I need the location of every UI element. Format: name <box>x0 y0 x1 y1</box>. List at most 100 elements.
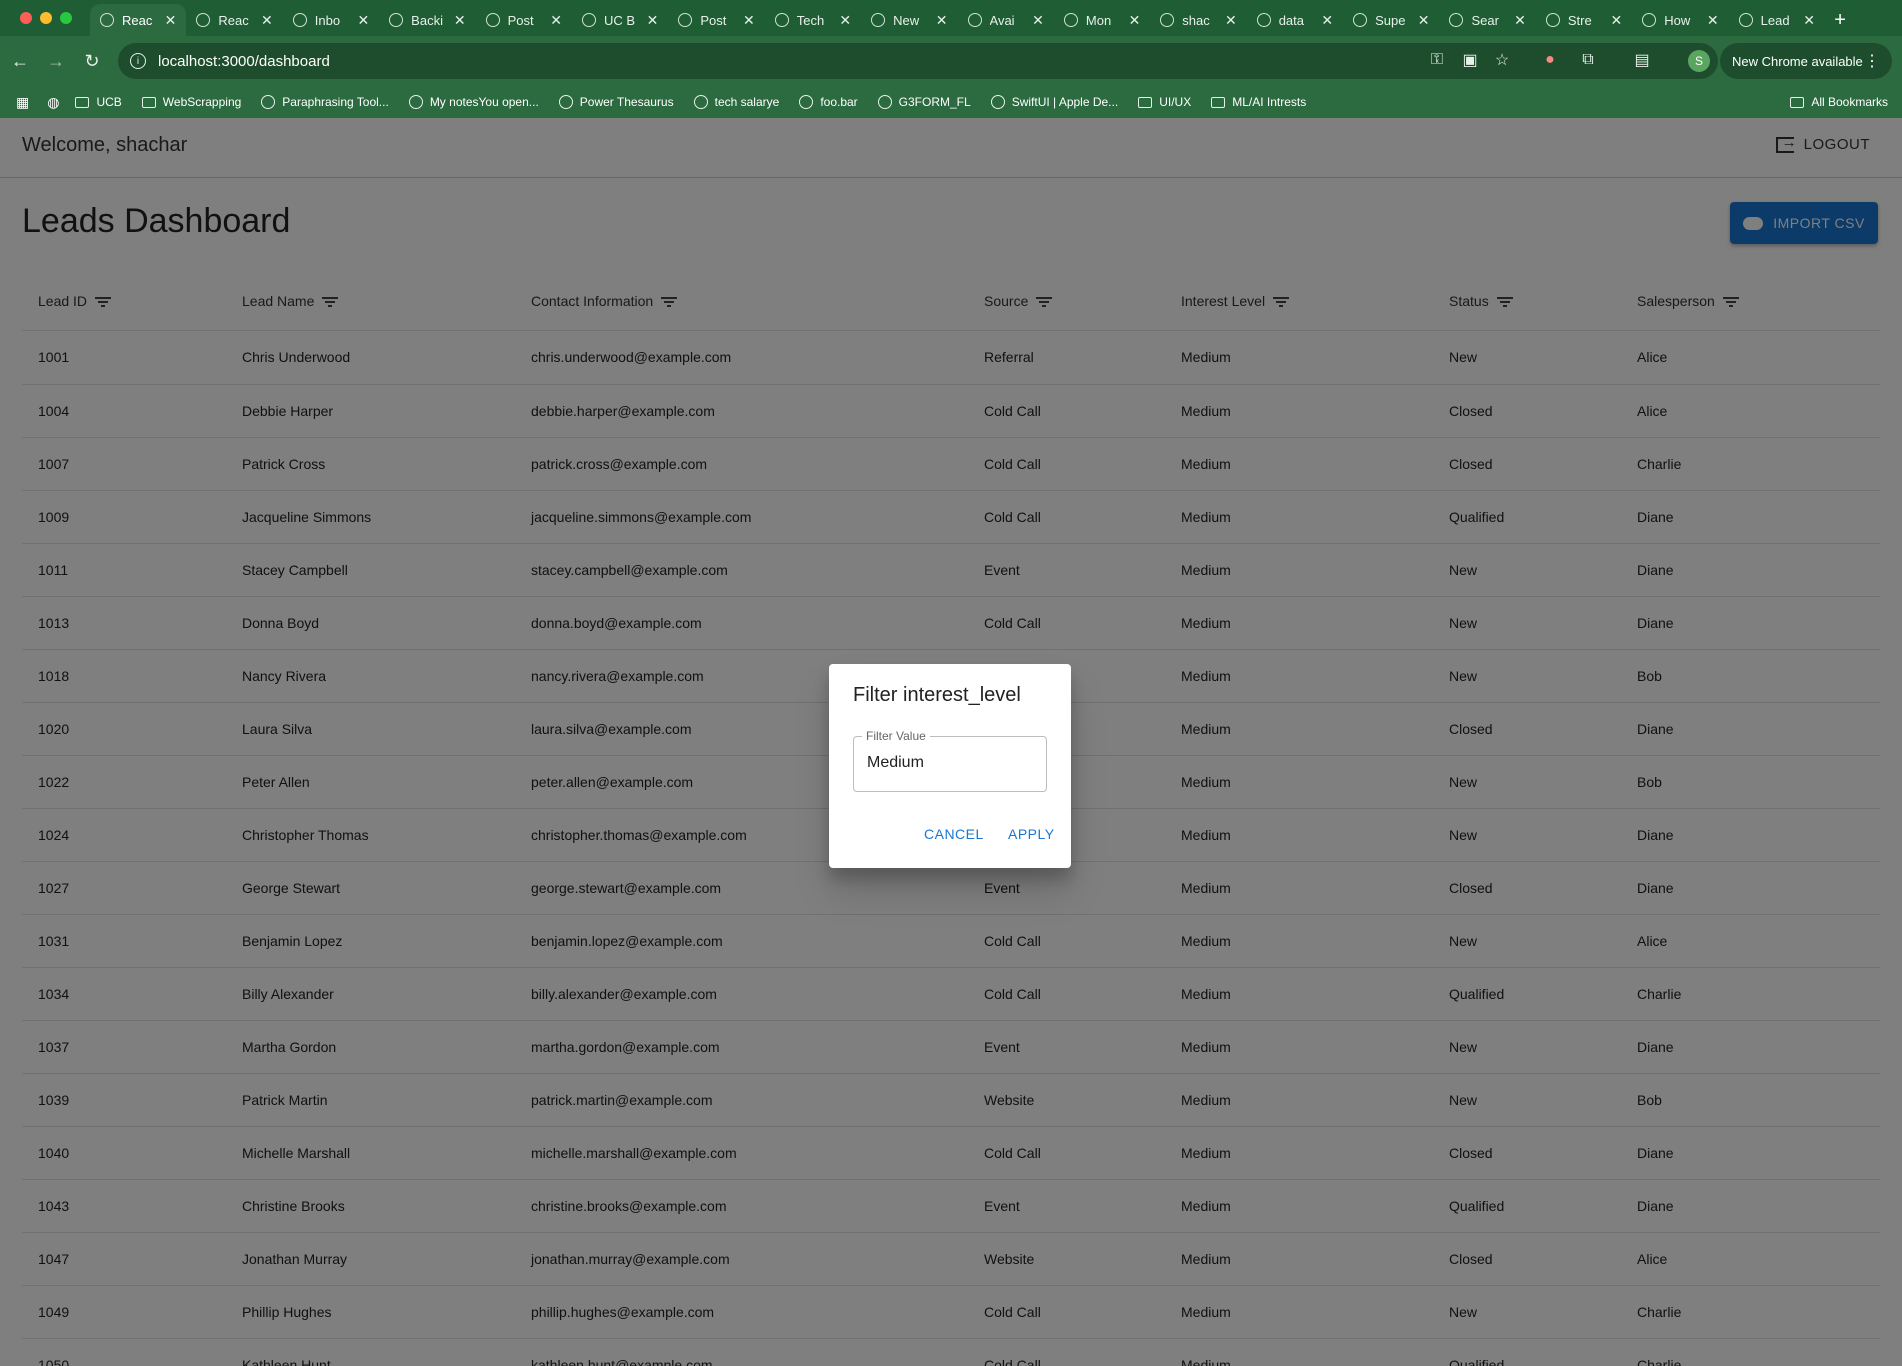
bookmark-item[interactable]: Paraphrasing Tool... <box>261 95 389 109</box>
side-panel-icon[interactable]: ▤ <box>1632 50 1652 70</box>
bookmark-item[interactable]: G3FORM_FL <box>877 95 971 109</box>
close-tab-icon[interactable]: ✕ <box>743 12 755 29</box>
browser-tab[interactable]: UC B ✕ <box>572 4 668 36</box>
browser-tab[interactable]: shac ✕ <box>1150 4 1246 36</box>
browser-tab[interactable]: New ✕ <box>861 4 957 36</box>
close-tab-icon[interactable]: ✕ <box>1418 12 1430 29</box>
bookmark-item[interactable]: My notesYou open... <box>408 95 539 109</box>
bookmark-label: My notesYou open... <box>429 95 539 109</box>
bookmark-label: ML/AI Intrests <box>1232 95 1307 109</box>
close-tab-icon[interactable]: ✕ <box>1707 12 1719 29</box>
bookmark-item[interactable]: UI/UX <box>1138 95 1191 109</box>
browser-tab[interactable]: Supe ✕ <box>1343 4 1439 36</box>
bookmark-label: WebScrapping <box>162 95 242 109</box>
browser-tab[interactable]: Reac ✕ <box>90 4 187 36</box>
extension-icon[interactable]: ● <box>1540 50 1560 70</box>
url-text: localhost:3000/dashboard <box>158 52 330 70</box>
filter-value-input[interactable]: Medium <box>867 754 924 772</box>
close-tab-icon[interactable]: ✕ <box>839 12 851 29</box>
profile-avatar[interactable]: S <box>1688 50 1710 72</box>
filter-value-field[interactable]: Filter Value Medium <box>853 729 1047 792</box>
chrome-icon <box>871 13 886 27</box>
bookmark-label: tech salarye <box>714 95 780 109</box>
apps-grid-icon[interactable]: ▦ <box>16 94 29 111</box>
browser-tab[interactable]: Post ✕ <box>476 4 572 36</box>
bookmark-favicon-icon <box>408 95 423 109</box>
close-tab-icon[interactable]: ✕ <box>647 12 659 29</box>
close-tab-icon[interactable]: ✕ <box>165 12 177 29</box>
browser-toolbar: ← → ↻ i localhost:3000/dashboard ⚿ ▣ ☆ ●… <box>0 36 1902 86</box>
bookmark-item[interactable]: WebScrapping <box>141 95 242 109</box>
bookmark-item[interactable]: Power Thesaurus <box>558 95 674 109</box>
zoom-window-button[interactable] <box>60 12 72 24</box>
browser-tab[interactable]: Stre ✕ <box>1536 4 1632 36</box>
more-menu-icon[interactable]: ⋮ <box>1864 51 1880 71</box>
close-tab-icon[interactable]: ✕ <box>936 12 948 29</box>
tab-title: New <box>893 12 920 28</box>
chrome-update-button[interactable]: New Chrome available ⋮ <box>1720 43 1892 79</box>
bookmark-favicon-icon <box>799 95 814 109</box>
bookmark-item[interactable]: ML/AI Intrests <box>1211 95 1306 109</box>
folder-icon <box>141 96 156 108</box>
close-tab-icon[interactable]: ✕ <box>357 12 369 29</box>
close-tab-icon[interactable]: ✕ <box>1321 12 1333 29</box>
close-tab-icon[interactable]: ✕ <box>1803 12 1815 29</box>
reload-button[interactable]: ↻ <box>80 49 104 73</box>
extensions-puzzle-icon[interactable]: ⧉ <box>1578 50 1598 70</box>
cloud-icon <box>1545 13 1560 27</box>
minimize-window-button[interactable] <box>40 12 52 24</box>
browser-tab[interactable]: Inbo ✕ <box>283 4 379 36</box>
new-tab-button[interactable]: + <box>1825 4 1855 36</box>
all-bookmarks-folder[interactable]: All Bookmarks <box>1790 95 1888 109</box>
tab-title: Post <box>507 12 534 28</box>
globe-icon[interactable]: ◍ <box>47 94 59 111</box>
bookmark-favicon-icon <box>990 95 1005 109</box>
filter-dialog: Filter interest_level Filter Value Mediu… <box>829 664 1071 868</box>
site-info-icon[interactable]: i <box>130 53 146 69</box>
bookmark-item[interactable]: foo.bar <box>799 95 858 109</box>
github-icon <box>1160 13 1175 27</box>
folder-icon <box>1211 96 1226 108</box>
tab-list: Reac ✕ Reac ✕ Inbo ✕ Backi ✕ Post ✕ UC B ✕ Post ✕ Tech… <box>90 4 1902 36</box>
browser-tab[interactable]: How ✕ <box>1632 4 1728 36</box>
close-tab-icon[interactable]: ✕ <box>550 12 562 29</box>
browser-tab[interactable]: Avai ✕ <box>958 4 1054 36</box>
react-icon <box>196 13 211 27</box>
cancel-button[interactable]: CANCEL <box>924 826 984 842</box>
close-tab-icon[interactable]: ✕ <box>261 12 273 29</box>
bookmark-favicon-icon <box>877 95 892 109</box>
bookmark-label: Power Thesaurus <box>579 95 674 109</box>
bookmark-label: UCB <box>96 95 122 109</box>
bookmark-star-icon[interactable]: ☆ <box>1492 50 1512 70</box>
tab-title: How <box>1664 12 1691 28</box>
bookmark-item[interactable]: SwiftUI | Apple De... <box>990 95 1119 109</box>
forward-button[interactable]: → <box>44 49 68 73</box>
openai-icon <box>1353 13 1368 27</box>
password-key-icon[interactable]: ⚿ <box>1427 50 1447 70</box>
tab-title: Backi <box>411 12 443 28</box>
close-tab-icon[interactable]: ✕ <box>1225 12 1237 29</box>
bookmark-label: SwiftUI | Apple De... <box>1011 95 1119 109</box>
install-app-icon[interactable]: ▣ <box>1460 50 1480 70</box>
tab-title: Inbo <box>314 12 341 28</box>
browser-tab[interactable]: Mon ✕ <box>1054 4 1150 36</box>
all-bookmarks-label: All Bookmarks <box>1811 95 1888 109</box>
bookmark-item[interactable]: UCB <box>75 95 122 109</box>
browser-tab[interactable]: Reac ✕ <box>186 4 282 36</box>
browser-tab[interactable]: Lead ✕ <box>1729 4 1825 36</box>
close-tab-icon[interactable]: ✕ <box>1032 12 1044 29</box>
close-window-button[interactable] <box>20 12 32 24</box>
tab-title: Supe <box>1375 12 1406 28</box>
close-tab-icon[interactable]: ✕ <box>1129 12 1141 29</box>
apply-button[interactable]: APPLY <box>1008 826 1055 842</box>
close-tab-icon[interactable]: ✕ <box>1514 12 1526 29</box>
close-tab-icon[interactable]: ✕ <box>454 12 466 29</box>
close-tab-icon[interactable]: ✕ <box>1611 12 1623 29</box>
back-button[interactable]: ← <box>8 49 32 73</box>
browser-tab[interactable]: Sear ✕ <box>1439 4 1535 36</box>
browser-tab[interactable]: Tech ✕ <box>765 4 861 36</box>
browser-tab[interactable]: data ✕ <box>1247 4 1343 36</box>
bookmark-item[interactable]: tech salarye <box>693 95 780 109</box>
browser-tab[interactable]: Post ✕ <box>668 4 764 36</box>
browser-tab[interactable]: Backi ✕ <box>379 4 475 36</box>
